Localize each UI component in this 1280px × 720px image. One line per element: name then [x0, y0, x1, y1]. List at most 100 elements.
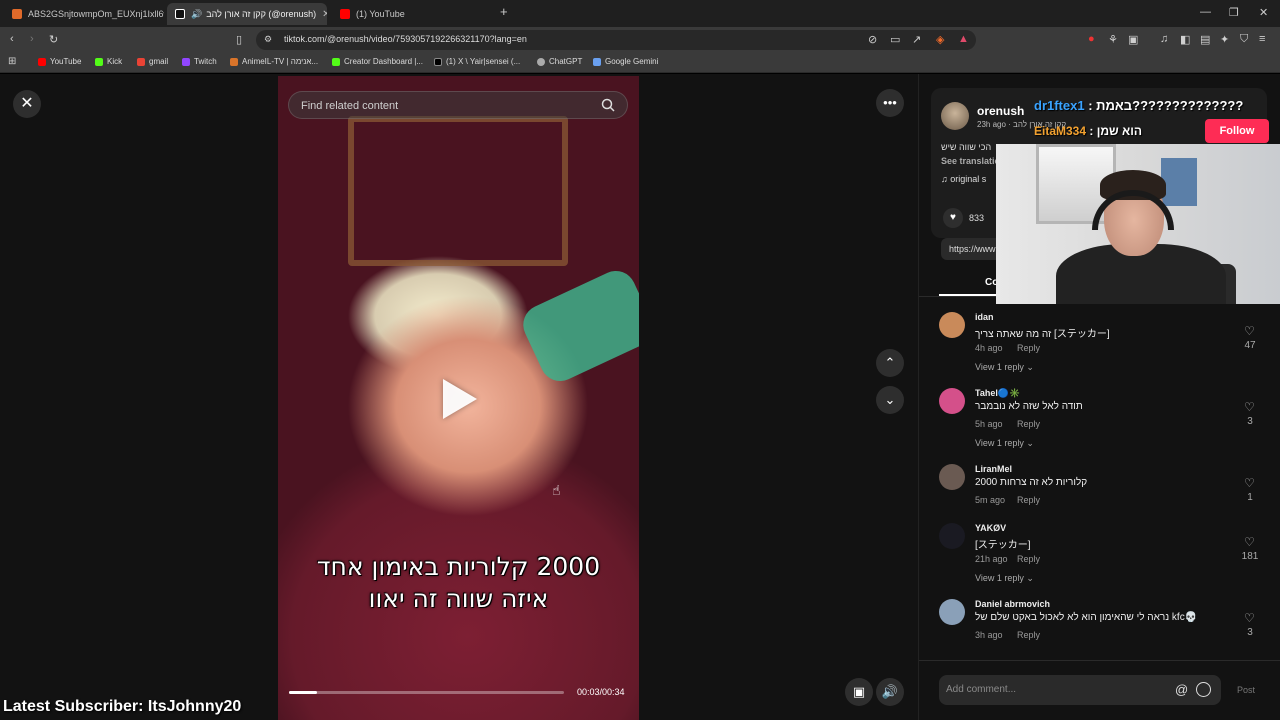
window-close-icon[interactable]: ✕ [1259, 6, 1268, 19]
view-replies-button[interactable]: View 1 reply ⌄ [975, 573, 1034, 584]
avatar[interactable] [941, 102, 969, 130]
search-icon[interactable] [601, 98, 615, 112]
comment-likes: 3 [1247, 627, 1253, 638]
comment-user[interactable]: idan [975, 312, 994, 322]
bookmark-youtube[interactable]: YouTube [38, 57, 81, 66]
avatar[interactable] [939, 599, 965, 625]
bookmark-animeil[interactable]: AnimeIL-TV | אנימה... [230, 57, 318, 66]
mouse-cursor-icon: ☝ [552, 482, 561, 498]
more-icon[interactable]: ••• [876, 89, 904, 117]
music-icon[interactable]: ♫ [1160, 33, 1168, 45]
comment-likes: 3 [1247, 416, 1253, 427]
tab-3[interactable]: (1) YouTube [332, 3, 492, 25]
extension-icon[interactable]: ⚘ [1108, 33, 1118, 46]
comment-input[interactable]: Add comment... @ [939, 675, 1221, 705]
bookmark-twitch[interactable]: Twitch [182, 57, 217, 66]
gmail-icon [137, 57, 145, 66]
follow-button[interactable]: Follow [1205, 119, 1269, 143]
chevron-up-icon[interactable]: ⌃ [876, 349, 904, 377]
picture-in-picture-icon[interactable]: ▣ [845, 678, 873, 706]
author-name[interactable]: orenush [977, 104, 1024, 118]
minimize-icon[interactable]: — [1200, 6, 1211, 18]
heart-icon[interactable]: ♡ [1244, 476, 1255, 490]
back-icon[interactable]: ‹ [10, 33, 14, 45]
tab-close-icon[interactable]: ✕ [322, 9, 327, 20]
heart-icon[interactable]: ♡ [1244, 611, 1255, 625]
bookmark-label: Twitch [194, 57, 217, 66]
tab-1[interactable]: ABS2GSnjtowmpOm_EUXnj1Ixll6wK... [4, 3, 164, 25]
bookmark-x[interactable]: (1) X \ Yair|sensei (... [434, 57, 520, 66]
comment-user[interactable]: YAKØV [975, 523, 1006, 533]
heart-icon[interactable]: ♡ [1244, 400, 1255, 414]
site-info-icon[interactable]: ⚙ [264, 34, 272, 45]
heart-icon[interactable]: ♡ [1244, 324, 1255, 338]
comment-time: 4h ago [975, 343, 1003, 353]
avatar[interactable] [939, 388, 965, 414]
link-text: https://www [949, 244, 996, 254]
close-icon[interactable]: ✕ [13, 90, 41, 118]
bookmark-label: Creator Dashboard |... [344, 57, 424, 66]
bookmark-gmail[interactable]: gmail [137, 57, 168, 66]
bookmark-gemini[interactable]: Google Gemini [593, 57, 658, 66]
emoji-icon[interactable] [1196, 682, 1211, 697]
apps-grid-icon[interactable]: ⊞ [8, 56, 16, 67]
bookmark-icon[interactable]: ▯ [236, 33, 242, 46]
progress-bar[interactable] [289, 691, 564, 694]
reply-button[interactable]: Reply [1017, 630, 1040, 640]
extension-box-icon[interactable]: ▣ [1128, 33, 1138, 46]
chevron-down-icon[interactable]: ⌄ [876, 386, 904, 414]
avatar[interactable] [939, 464, 965, 490]
play-icon[interactable] [443, 379, 477, 419]
extension-record-icon[interactable]: ● [1088, 33, 1095, 45]
reply-button[interactable]: Reply [1017, 554, 1040, 564]
brave-rewards-icon[interactable]: ▲ [958, 33, 969, 45]
cast-icon[interactable]: ▭ [890, 33, 900, 46]
comment-user[interactable]: Tahel🔵✳️ [975, 388, 1020, 399]
comment-text: 2000 קלוריות לא זה צרחות [975, 477, 1088, 488]
bookmark-chatgpt[interactable]: ChatGPT [537, 57, 582, 66]
reload-icon[interactable]: ↻ [49, 33, 58, 46]
reply-button[interactable]: Reply [1017, 419, 1040, 429]
tab-2[interactable]: 🔊 קקן זה אורן להב (@orenush) ✕ [167, 3, 327, 25]
mention-icon[interactable]: @ [1175, 682, 1188, 697]
share-icon[interactable]: ↗ [912, 33, 921, 46]
new-tab-button[interactable]: + [500, 4, 508, 19]
chat-message-2: EitaM334 : הוא שמן [1034, 124, 1142, 138]
comment-time: 21h ago [975, 554, 1008, 564]
wallet-icon[interactable]: ▤ [1200, 33, 1210, 46]
vpn-icon[interactable]: ⛉ [1240, 33, 1248, 46]
view-replies-button[interactable]: View 1 reply ⌄ [975, 362, 1034, 373]
heart-icon[interactable]: ♡ [1244, 535, 1255, 549]
url-text[interactable]: tiktok.com/@orenush/video/75930571922663… [284, 34, 527, 44]
maximize-icon[interactable]: ❐ [1229, 6, 1239, 19]
bookmark-creator-dashboard[interactable]: Creator Dashboard |... [332, 57, 423, 66]
address-bar[interactable]: ⚙ tiktok.com/@orenush/video/759305719226… [256, 30, 976, 50]
volume-icon[interactable]: 🔊 [876, 678, 904, 706]
reply-button[interactable]: Reply [1017, 343, 1040, 353]
post-button[interactable]: Post [1237, 685, 1255, 695]
gemini-icon [593, 57, 601, 66]
music-link[interactable]: ♫ original s [941, 174, 986, 184]
bookmark-label: gmail [149, 57, 169, 66]
avatar[interactable] [939, 523, 965, 549]
view-replies-button[interactable]: View 1 reply ⌄ [975, 438, 1034, 449]
video-player[interactable]: Find related content 2000 קלוריות באימון… [278, 76, 639, 720]
bookmark-kick[interactable]: Kick [95, 57, 122, 66]
heart-icon[interactable]: ♥ [943, 208, 963, 228]
comment-user[interactable]: LiranMel [975, 464, 1012, 474]
comment-user[interactable]: Daniel abrmovich [975, 599, 1050, 609]
reply-button[interactable]: Reply [1017, 495, 1040, 505]
related-search-input[interactable]: Find related content [288, 91, 628, 119]
menu-icon[interactable]: ≡ [1259, 33, 1265, 45]
brave-shield-icon[interactable]: ◈ [936, 33, 944, 46]
eye-off-icon[interactable]: ⊘ [868, 33, 877, 46]
music-note-icon: ♫ [941, 174, 951, 184]
avatar[interactable] [939, 312, 965, 338]
video-area: ✕ Find related content 2000 קלוריות באימ… [0, 74, 918, 720]
sidebar-icon[interactable]: ◧ [1180, 33, 1190, 46]
timecode: 00:03/00:34 [577, 687, 625, 697]
leo-ai-icon[interactable]: ✦ [1220, 33, 1229, 46]
speaker-icon[interactable]: 🔊 [191, 9, 202, 20]
browser-toolbar: ‹ › ↻ ▯ ⚙ tiktok.com/@orenush/video/7593… [0, 27, 1280, 53]
forward-icon[interactable]: › [30, 33, 34, 45]
